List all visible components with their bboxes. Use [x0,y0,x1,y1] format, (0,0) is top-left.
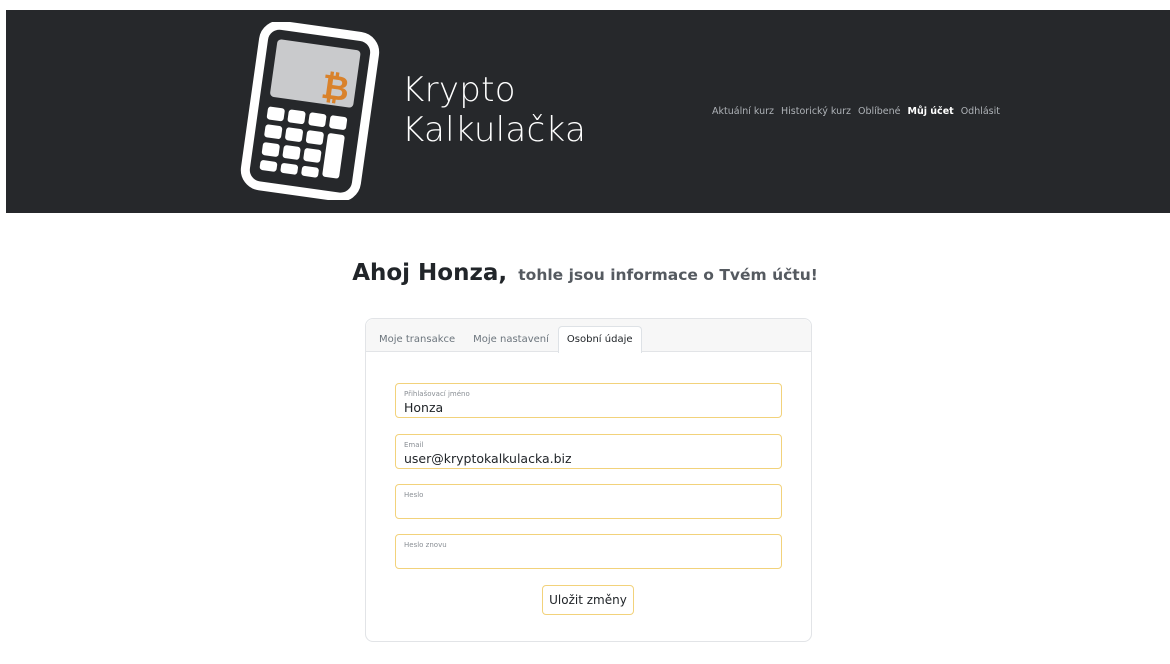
username-label: Přihlašovací jméno [404,390,470,398]
greeting-name: Ahoj Honza, [352,260,508,286]
password-field[interactable]: Heslo [395,484,782,519]
brand-line1: Krypto [402,70,516,110]
password-label: Heslo [404,491,424,499]
email-label: Email [404,441,424,449]
password-input[interactable] [404,500,764,516]
tab-moje-transakce[interactable]: Moje transakce [370,326,464,352]
greeting-subtitle: tohle jsou informace o Tvém účtu! [518,266,818,284]
site-header: ₿ Krypto Kalkulačka Aktuální kurz Histor… [6,10,1170,213]
nav-link-oblibene[interactable]: Oblíbené [858,106,901,117]
calculator-bitcoin-icon[interactable]: ₿ [234,22,384,200]
svg-text:₿: ₿ [319,67,352,110]
tab-osobni-udaje[interactable]: Osobní údaje [557,326,642,353]
email-field[interactable]: Email [395,434,782,469]
nav-link-aktualni-kurz[interactable]: Aktuální kurz [712,106,774,117]
account-tabs: Moje transakce Moje nastavení Osobní úda… [370,326,642,353]
username-field[interactable]: Přihlašovací jméno [395,383,782,418]
password-again-input[interactable] [404,550,764,566]
password-again-label: Heslo znovu [404,541,447,549]
nav-link-historicky-kurz[interactable]: Historický kurz [781,106,851,117]
nav-link-muj-ucet[interactable]: Můj účet [908,106,954,117]
save-changes-button[interactable]: Uložit změny [542,585,634,615]
card-header: Moje transakce Moje nastavení Osobní úda… [366,319,811,353]
password-again-field[interactable]: Heslo znovu [395,534,782,569]
nav-link-odhlasit[interactable]: Odhlásit [961,106,1000,117]
page-greeting: Ahoj Honza, tohle jsou informace o Tvém … [0,250,1170,288]
username-input[interactable] [404,399,764,415]
email-input[interactable] [404,450,764,466]
brand-line2: Kalkulačka [402,110,587,150]
main-nav: Aktuální kurz Historický kurz Oblíbené M… [712,106,1000,117]
brand-title[interactable]: Krypto Kalkulačka [402,70,586,150]
tab-moje-nastaveni[interactable]: Moje nastavení [464,326,558,352]
account-card: Moje transakce Moje nastavení Osobní úda… [365,318,812,642]
